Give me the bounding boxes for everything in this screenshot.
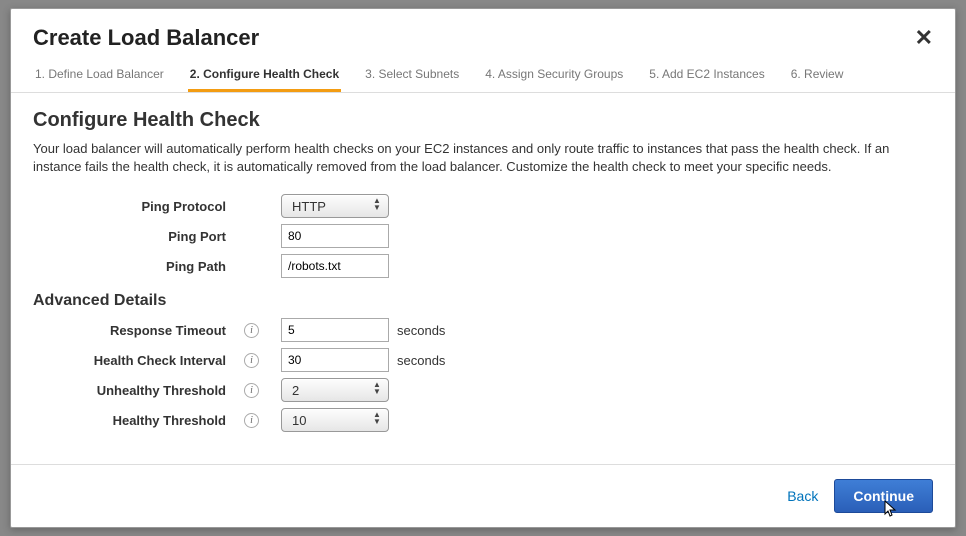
response-timeout-input[interactable] (281, 318, 389, 342)
row-unhealthy-threshold: Unhealthy Threshold i 2 ▲▼ (33, 378, 933, 402)
unhealthy-threshold-value: 2 (292, 383, 299, 398)
info-icon[interactable]: i (244, 323, 259, 338)
row-healthy-threshold: Healthy Threshold i 10 ▲▼ (33, 408, 933, 432)
health-check-interval-input[interactable] (281, 348, 389, 372)
label-response-timeout: Response Timeout (33, 323, 238, 338)
row-ping-path: Ping Path (33, 254, 933, 278)
row-response-timeout: Response Timeout i seconds (33, 318, 933, 342)
healthy-threshold-select[interactable]: 10 ▲▼ (281, 408, 389, 432)
ping-path-input[interactable] (281, 254, 389, 278)
ping-protocol-value: HTTP (292, 199, 326, 214)
row-health-check-interval: Health Check Interval i seconds (33, 348, 933, 372)
modal-header: Create Load Balancer ✕ (11, 9, 955, 61)
info-icon[interactable]: i (244, 383, 259, 398)
close-icon[interactable]: ✕ (915, 27, 933, 49)
row-ping-port: Ping Port (33, 224, 933, 248)
label-ping-path: Ping Path (33, 259, 238, 274)
ping-port-input[interactable] (281, 224, 389, 248)
continue-button[interactable]: Continue (834, 479, 933, 513)
ping-protocol-select[interactable]: HTTP ▲▼ (281, 194, 389, 218)
chevron-updown-icon: ▲▼ (370, 411, 384, 425)
modal-title: Create Load Balancer (33, 25, 259, 51)
info-icon[interactable]: i (244, 413, 259, 428)
step-assign-security-groups[interactable]: 4. Assign Security Groups (483, 61, 625, 92)
unhealthy-threshold-select[interactable]: 2 ▲▼ (281, 378, 389, 402)
modal-footer: Back Continue (11, 464, 955, 527)
modal-content: Configure Health Check Your load balance… (11, 93, 955, 464)
health-check-interval-unit: seconds (397, 353, 445, 368)
chevron-updown-icon: ▲▼ (370, 197, 384, 211)
step-add-ec2-instances[interactable]: 5. Add EC2 Instances (647, 61, 766, 92)
section-description: Your load balancer will automatically pe… (33, 140, 933, 176)
step-define-load-balancer[interactable]: 1. Define Load Balancer (33, 61, 166, 92)
label-ping-port: Ping Port (33, 229, 238, 244)
row-ping-protocol: Ping Protocol HTTP ▲▼ (33, 194, 933, 218)
label-healthy-threshold: Healthy Threshold (33, 413, 238, 428)
chevron-updown-icon: ▲▼ (370, 381, 384, 395)
label-unhealthy-threshold: Unhealthy Threshold (33, 383, 238, 398)
response-timeout-unit: seconds (397, 323, 445, 338)
step-select-subnets[interactable]: 3. Select Subnets (363, 61, 461, 92)
step-review[interactable]: 6. Review (789, 61, 846, 92)
back-button[interactable]: Back (783, 482, 822, 510)
label-ping-protocol: Ping Protocol (33, 199, 238, 214)
create-load-balancer-modal: Create Load Balancer ✕ 1. Define Load Ba… (10, 8, 956, 528)
wizard-steps: 1. Define Load Balancer 2. Configure Hea… (11, 61, 955, 93)
continue-button-label: Continue (853, 488, 914, 504)
step-configure-health-check[interactable]: 2. Configure Health Check (188, 61, 341, 92)
healthy-threshold-value: 10 (292, 413, 306, 428)
label-health-check-interval: Health Check Interval (33, 353, 238, 368)
section-title: Configure Health Check (33, 109, 933, 132)
advanced-details-heading: Advanced Details (33, 292, 933, 310)
info-icon[interactable]: i (244, 353, 259, 368)
